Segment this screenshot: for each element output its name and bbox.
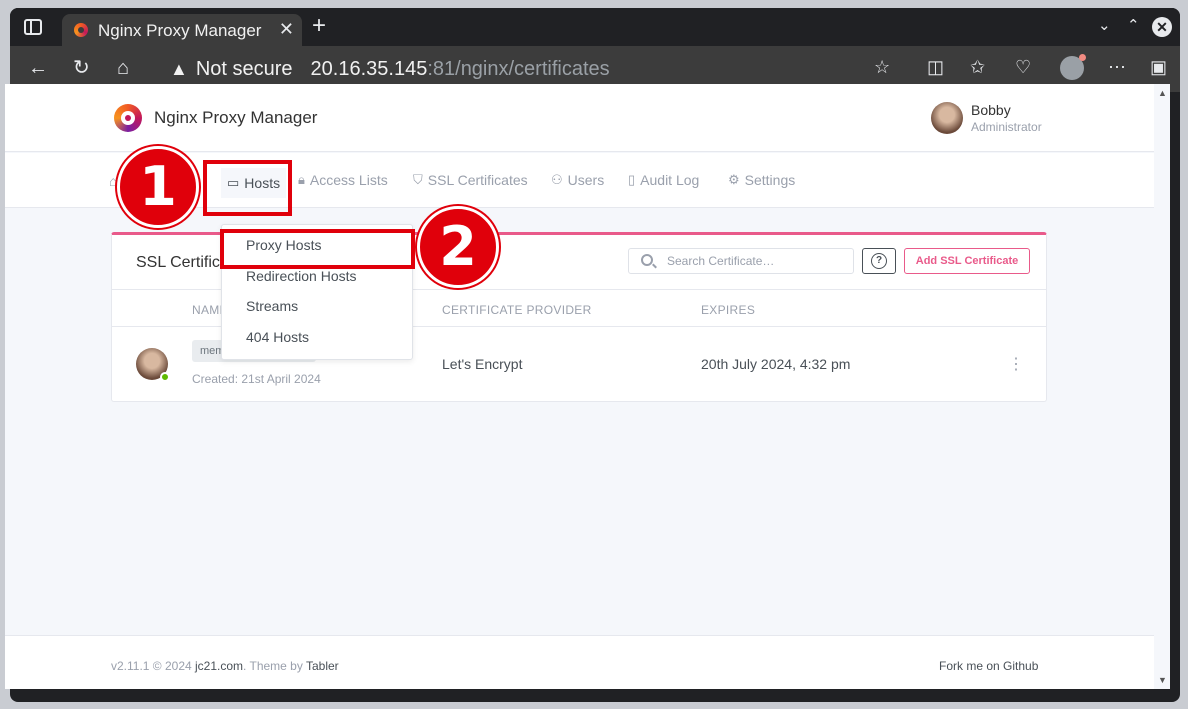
more-menu-icon[interactable]: ⋯ xyxy=(1108,57,1126,78)
user-role: Administrator xyxy=(971,120,1042,134)
book-icon: ▯ xyxy=(628,172,636,187)
minimize-icon[interactable]: ⌃ xyxy=(1127,16,1140,34)
search-box[interactable] xyxy=(628,248,854,274)
annotation-step-1: 1 xyxy=(117,146,199,228)
menu-item-redirection-hosts[interactable]: Redirection Hosts xyxy=(246,268,357,284)
home-icon[interactable]: ⌂ xyxy=(117,56,129,80)
search-input[interactable] xyxy=(667,252,847,270)
shield-icon: ⛉ xyxy=(413,172,423,187)
tab-strip: Nginx Proxy Manager ✕ + ⌄ ⌃ ✕ xyxy=(10,8,1180,46)
brand-name[interactable]: Nginx Proxy Manager xyxy=(154,108,317,128)
npm-logo-icon[interactable] xyxy=(114,104,142,132)
nav-access-lists-label: Access Lists xyxy=(309,172,388,188)
nav-users[interactable]: ⚇ Users xyxy=(551,172,604,188)
url-path: :81/nginx/certificates xyxy=(427,57,610,80)
column-provider[interactable]: CERTIFICATE PROVIDER xyxy=(442,303,592,317)
user-name[interactable]: Bobby xyxy=(971,102,1011,118)
url-host: 20.16.35.145 xyxy=(310,57,428,80)
card-title: SSL Certific xyxy=(136,254,220,271)
favicon-icon xyxy=(74,23,88,37)
warning-icon: ▲ xyxy=(170,58,188,79)
scroll-up-icon[interactable]: ▲ xyxy=(1158,88,1167,98)
users-icon: ⚇ xyxy=(551,172,563,187)
created-date: Created: 21st April 2024 xyxy=(192,372,321,386)
favorite-star-icon[interactable]: ☆ xyxy=(874,57,890,78)
browser-essentials-icon[interactable]: ♡ xyxy=(1015,57,1031,78)
window-close-icon[interactable]: ✕ xyxy=(1152,17,1172,37)
tab-close-icon[interactable]: ✕ xyxy=(279,19,294,40)
address-bar[interactable]: ▲ Not secure 20.16.35.145:81/nginx/certi… xyxy=(170,56,610,82)
search-icon xyxy=(641,254,653,266)
annotation-box-proxy-hosts xyxy=(220,229,415,269)
nav-ssl-certificates[interactable]: ⛉ SSL Certificates xyxy=(413,172,528,188)
app-header: Nginx Proxy Manager Bobby Administrator xyxy=(5,84,1154,152)
reload-icon[interactable]: ↻ xyxy=(73,56,90,80)
sidebar-toggle-icon[interactable] xyxy=(24,19,42,35)
tab-list-chevron-icon[interactable]: ⌄ xyxy=(1098,16,1111,34)
user-avatar[interactable] xyxy=(931,102,963,134)
status-online-dot xyxy=(160,372,170,382)
nav-users-label: Users xyxy=(567,172,605,188)
page-viewport: Nginx Proxy Manager Bobby Administrator … xyxy=(5,84,1154,689)
browser-tab[interactable]: Nginx Proxy Manager ✕ xyxy=(62,14,302,46)
annotation-box-hosts xyxy=(203,160,292,216)
github-link[interactable]: Fork me on Github xyxy=(939,659,1038,673)
back-icon[interactable]: ← xyxy=(28,56,48,80)
page-footer: v2.11.1 © 2024 jc21.com. Theme by Tabler… xyxy=(5,635,1154,689)
menu-item-404-hosts[interactable]: 404 Hosts xyxy=(246,329,309,345)
profile-avatar[interactable] xyxy=(1060,54,1086,80)
menu-item-streams[interactable]: Streams xyxy=(246,298,298,314)
security-label: Not secure xyxy=(195,57,293,80)
row-actions-icon[interactable]: ⋮ xyxy=(1008,354,1024,374)
page-scrollbar[interactable]: ▲ ▼ xyxy=(1154,84,1170,689)
nav-settings-label: Settings xyxy=(744,172,796,188)
nav-audit-log-label: Audit Log xyxy=(640,172,700,188)
help-button[interactable]: ? xyxy=(862,248,896,274)
help-icon: ? xyxy=(871,253,887,269)
favorites-icon[interactable]: ✩ xyxy=(970,57,985,78)
nav-ssl-certificates-label: SSL Certificates xyxy=(427,172,528,188)
certificate-provider: Let's Encrypt xyxy=(442,356,523,372)
annotation-step-2: 2 xyxy=(417,206,499,288)
split-screen-icon[interactable]: ◫ xyxy=(927,57,944,78)
nav-settings[interactable]: ⚙ Settings xyxy=(728,172,795,188)
add-ssl-certificate-button[interactable]: Add SSL Certificate xyxy=(904,248,1030,274)
column-expires[interactable]: EXPIRES xyxy=(701,303,755,317)
scroll-down-icon[interactable]: ▼ xyxy=(1158,675,1167,685)
author-link[interactable]: jc21.com xyxy=(195,659,243,673)
lock-icon: 🔒︎ xyxy=(298,172,305,187)
nav-access-lists[interactable]: 🔒︎ Access Lists xyxy=(298,172,388,188)
nav-audit-log[interactable]: ▯ Audit Log xyxy=(628,172,699,188)
expiry-date: 20th July 2024, 4:32 pm xyxy=(701,356,851,372)
sidebar-icon[interactable]: ▣ xyxy=(1150,57,1167,78)
tabler-link[interactable]: Tabler xyxy=(306,659,339,673)
tab-title: Nginx Proxy Manager xyxy=(98,21,262,40)
new-tab-icon[interactable]: + xyxy=(312,14,326,38)
footer-credits: v2.11.1 © 2024 jc21.com. Theme by Tabler xyxy=(111,659,339,673)
gear-icon: ⚙ xyxy=(728,172,740,187)
